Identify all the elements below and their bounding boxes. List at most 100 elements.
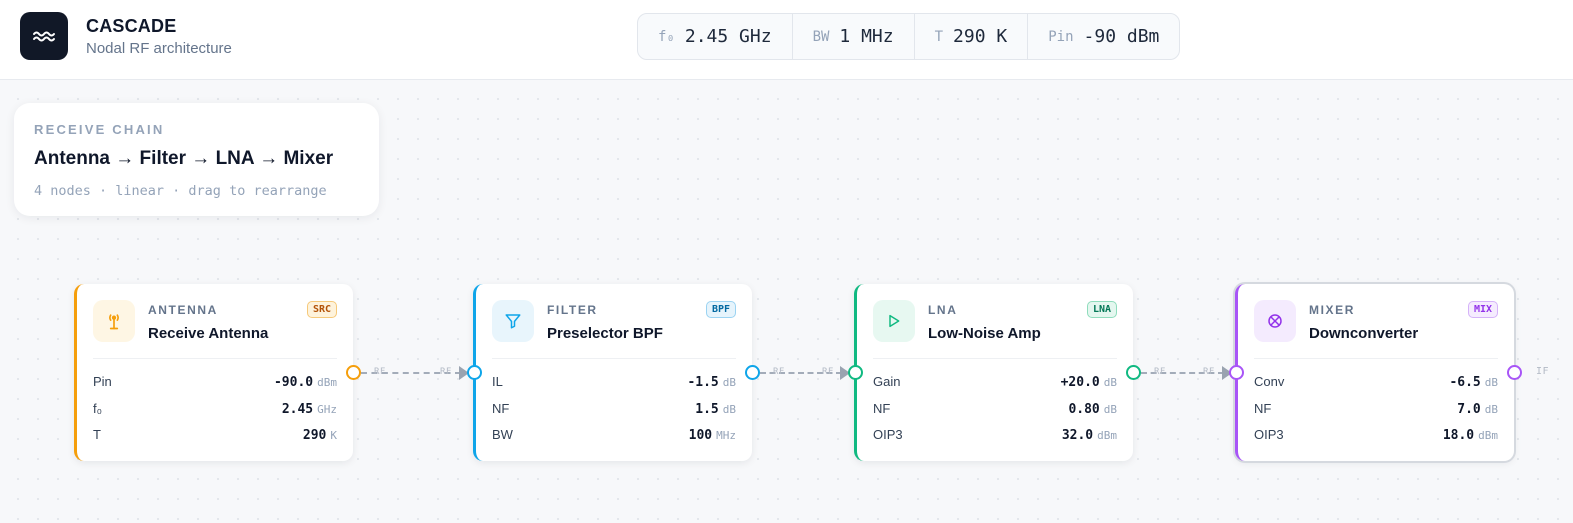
filter-icon [505,314,521,329]
input-port-mixer[interactable] [1229,365,1244,380]
param-unit: dBm [1097,429,1117,442]
global-params-bar: f₀ 2.45 GHz BW 1 MHz T 290 K Pin -90 dBm [637,13,1181,60]
node-lna[interactable]: LNA Low-Noise Amp LNA Gain +20.0 dB NF 0.80… [854,284,1133,461]
node-icon-tile [873,300,915,342]
param-unit: dB [1103,402,1117,416]
amplifier-icon [889,314,900,328]
node-param-row: Pin -90.0 dBm [93,373,337,400]
node-category: ANTENNA [148,303,218,317]
antenna-icon [109,314,119,330]
param-label: BW [492,427,513,442]
param-label: f₀ [93,400,103,416]
wire-label-out: RF [1154,367,1166,377]
param-unit: dB [1103,376,1117,389]
param-label: OIP3 [1254,427,1284,442]
node-filter[interactable]: FILTER Preselector BPF BPF IL -1.5 dB NF 1.… [473,284,752,461]
param-key: f₀ [658,28,675,45]
node-divider [873,358,1117,359]
input-port-filter[interactable] [467,365,482,380]
input-port-lna[interactable] [848,365,863,380]
node-params: IL -1.5 dB NF 1.5 dB BW 100 MHz [492,373,736,453]
output-port-antenna[interactable] [346,365,361,380]
mixer-icon [1268,314,1282,328]
param-unit: dB [1484,402,1498,416]
node-params: Gain +20.0 dB NF 0.80 dB OIP3 32.0 dBm [873,373,1117,453]
param-value[interactable]: 7.0 [1457,402,1480,417]
param-value[interactable]: 32.0 [1062,428,1093,443]
app-header: CASCADE Nodal RF architecture f₀ 2.45 GHz… [0,0,1573,80]
wire-label-in: RF [822,367,834,377]
output-port-filter[interactable] [745,365,760,380]
output-port-mixer[interactable] [1507,365,1522,380]
node-icon-tile [492,300,534,342]
node-badge: LNA [1086,301,1117,318]
node-divider [1254,358,1498,359]
node-antenna[interactable]: ANTENNA Receive Antenna SRC Pin -90.0 dBm … [74,284,353,461]
node-param-row: NF 0.80 dB [873,400,1117,427]
param-label: NF [1254,400,1272,416]
param-unit: dB [1484,376,1498,389]
param-label: Conv [1254,374,1285,389]
param-bandwidth[interactable]: BW 1 MHz [793,14,915,59]
node-mixer[interactable]: MIXER Downconverter MIX Conv -6.5 dB NF 7.0… [1235,284,1514,461]
param-label: IL [492,374,503,389]
node-param-row: NF 7.0 dB [1254,400,1498,427]
param-label: T [93,427,101,442]
param-unit: dBm [317,376,337,389]
node-name: Low-Noise Amp [928,325,1041,342]
node-badge: BPF [705,301,736,318]
wire-label-out: RF [374,367,386,377]
node-param-row: f₀ 2.45 GHz [93,400,337,427]
wire-label-out: RF [773,367,785,377]
param-value: -90 dBm [1083,26,1160,47]
param-key: T [934,28,944,45]
node-param-row: Conv -6.5 dB [1254,373,1498,400]
param-value[interactable]: +20.0 [1061,375,1100,390]
param-value[interactable]: 1.5 [695,402,718,417]
node-category: FILTER [547,303,598,317]
node-category: LNA [928,303,958,317]
param-key: BW [812,28,830,45]
wire-label-in: RF [1203,367,1215,377]
param-unit: dB [722,376,736,389]
param-label: Pin [93,374,112,389]
app-logo[interactable] [20,12,68,60]
node-icon-tile [1254,300,1296,342]
node-icon-tile [93,300,135,342]
param-unit: K [330,429,337,442]
param-label: Gain [873,374,901,389]
param-label: NF [492,400,510,416]
app-title: CASCADE [86,16,177,36]
node-divider [93,358,337,359]
param-value: 290 K [953,26,1008,47]
node-badge: MIX [1467,301,1498,318]
param-value[interactable]: -90.0 [274,375,313,390]
node-category: MIXER [1309,303,1356,317]
param-value: 2.45 GHz [684,26,772,47]
node-param-row: IL -1.5 dB [492,373,736,400]
node-divider [492,358,736,359]
node-param-row: NF 1.5 dB [492,400,736,427]
chain-eyebrow: RECEIVE CHAIN [34,122,165,137]
node-param-row: BW 100 MHz [492,426,736,453]
param-value[interactable]: -6.5 [1449,375,1480,390]
node-param-row: Gain +20.0 dB [873,373,1117,400]
param-input-power[interactable]: Pin -90 dBm [1028,14,1179,59]
param-value[interactable]: 2.45 [282,402,313,417]
param-unit: MHz [716,429,736,442]
node-name: Receive Antenna [148,325,269,342]
param-value: 1 MHz [839,26,894,47]
node-param-row: T 290 K [93,426,337,453]
param-frequency[interactable]: f₀ 2.45 GHz [638,14,793,59]
param-value[interactable]: 0.80 [1068,402,1099,417]
node-name: Downconverter [1309,325,1419,342]
param-value[interactable]: -1.5 [687,375,718,390]
param-temperature[interactable]: T 290 K [915,14,1029,59]
wire-label-in: RF [440,367,452,377]
node-param-row: OIP3 18.0 dBm [1254,426,1498,453]
param-value[interactable]: 18.0 [1443,428,1474,443]
param-value[interactable]: 100 [689,428,712,443]
wave-icon [33,31,55,42]
output-port-lna[interactable] [1126,365,1141,380]
param-value[interactable]: 290 [303,428,326,443]
